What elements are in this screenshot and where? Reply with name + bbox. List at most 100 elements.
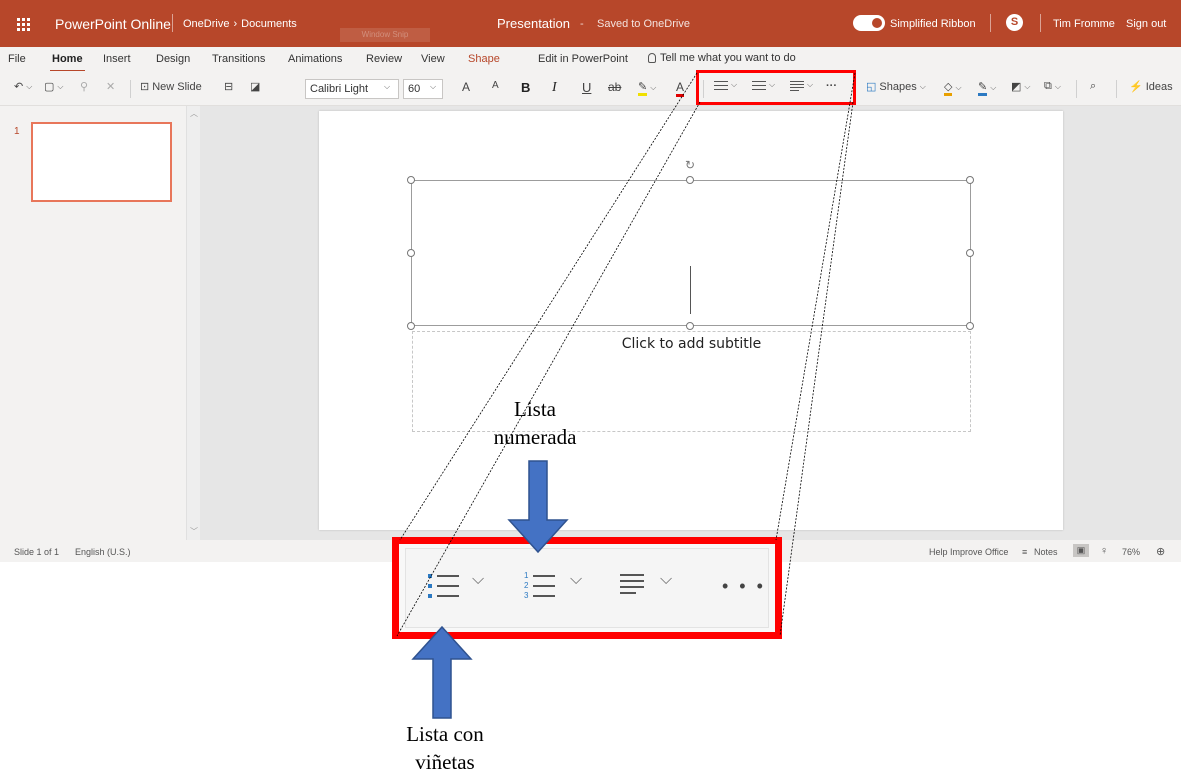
shapes-button[interactable]: ◱ Shapes ⌵ <box>866 80 926 94</box>
title-dash: - <box>580 18 584 30</box>
layout-icon: ⊟ <box>224 81 234 93</box>
search-button[interactable]: ⌕ <box>1090 80 1096 93</box>
tab-insert[interactable]: Insert <box>103 53 131 65</box>
fit-slide-icon[interactable]: ⊕ <box>1156 545 1165 558</box>
shape-effects-button[interactable]: ◩ ⌵ <box>1011 80 1030 93</box>
italic-button[interactable]: I <box>552 80 557 96</box>
rotate-handle-icon[interactable]: ↻ <box>685 158 695 172</box>
title-divider <box>1040 14 1041 32</box>
zoom-callout: ⌵ 1 2 3 ⌵ ⌵ • • • <box>392 537 782 639</box>
format-painter-button[interactable]: ⚲ <box>80 80 88 93</box>
new-slide-button[interactable]: ⊡ New Slide <box>140 80 202 94</box>
tell-me-search[interactable]: Tell me what you want to do <box>648 52 796 64</box>
tab-view[interactable]: View <box>421 53 445 65</box>
layout-button[interactable]: ⊟ <box>224 80 233 93</box>
slide-number: 1 <box>14 126 20 137</box>
sign-out-link[interactable]: Sign out <box>1126 18 1166 30</box>
window-snip-overlay: Window Snip <box>340 28 430 42</box>
tab-review[interactable]: Review <box>366 53 402 65</box>
shape-outline-button[interactable]: ✎ ⌵ <box>978 80 996 96</box>
more-options-large-icon: • • • <box>722 576 766 596</box>
resize-handle[interactable] <box>407 176 415 184</box>
title-bar: PowerPoint Online OneDrive › Documents W… <box>0 0 1181 47</box>
chevron-down-icon: ⌵ <box>660 571 673 588</box>
tab-transitions[interactable]: Transitions <box>212 53 265 65</box>
slide-count: Slide 1 of 1 <box>14 547 60 557</box>
numbered-list-label-line2: numerada <box>493 425 577 449</box>
arrow-up-icon <box>411 625 473 719</box>
title-divider <box>990 14 991 32</box>
new-slide-icon: ⊡ <box>140 81 150 93</box>
resize-handle[interactable] <box>966 176 974 184</box>
font-color-button[interactable]: A <box>676 80 685 97</box>
strikethrough-button[interactable]: ab <box>608 80 621 94</box>
resize-handle[interactable] <box>686 176 694 184</box>
notes-button[interactable]: Notes <box>1034 547 1058 557</box>
breadcrumb-documents[interactable]: Documents <box>241 18 297 30</box>
tell-me-text: Tell me what you want to do <box>660 52 796 64</box>
resize-handle[interactable] <box>966 322 974 330</box>
help-improve-link[interactable]: Help Improve Office <box>929 547 1008 557</box>
tab-design[interactable]: Design <box>156 53 190 65</box>
presenter-view-icon[interactable]: ♀ <box>1100 545 1108 557</box>
grow-font-button[interactable]: A <box>462 80 470 94</box>
font-name-chevron-icon[interactable]: ⌵ <box>384 82 390 92</box>
ideas-button[interactable]: ⚡ Ideas <box>1129 80 1173 94</box>
undo-button[interactable]: ↶ ⌵ <box>14 80 32 93</box>
resize-handle[interactable] <box>966 249 974 257</box>
app-launcher-icon[interactable] <box>8 9 38 39</box>
bold-button[interactable]: B <box>521 80 530 95</box>
background-icon: ◪ <box>250 81 261 93</box>
chevron-down-icon: ⌵ <box>472 571 485 588</box>
breadcrumb-onedrive[interactable]: OneDrive <box>183 18 229 30</box>
search-icon: ⌕ <box>1090 80 1097 92</box>
resize-handle[interactable] <box>407 249 415 257</box>
shape-effects-icon: ◩ <box>1011 81 1022 93</box>
lightbulb-icon <box>648 53 656 63</box>
simplified-ribbon-toggle[interactable] <box>853 15 885 31</box>
slide-background-button[interactable]: ◪ <box>250 80 260 93</box>
tab-shape[interactable]: Shape <box>468 53 500 65</box>
resize-handle[interactable] <box>686 322 694 330</box>
tab-home[interactable]: Home <box>50 53 85 72</box>
thumbnail-scrollbar[interactable]: ︿ ﹀ <box>186 106 200 540</box>
skype-icon[interactable]: S <box>1006 14 1023 31</box>
tab-edit-in-powerpoint[interactable]: Edit in PowerPoint <box>538 53 628 65</box>
breadcrumb-separator: › <box>233 18 238 30</box>
pen-outline-icon: ✎ <box>978 80 988 96</box>
shape-fill-button[interactable]: ◇ ⌵ <box>944 80 962 96</box>
document-title[interactable]: Presentation <box>497 16 570 31</box>
slide-thumbnail[interactable] <box>31 122 172 202</box>
font-size-chevron-icon[interactable]: ⌵ <box>430 82 436 92</box>
font-color-icon: A <box>676 80 685 97</box>
user-name[interactable]: Tim Fromme <box>1053 18 1115 30</box>
save-status: Saved to OneDrive <box>597 18 690 30</box>
scroll-up-icon[interactable]: ︿ <box>190 108 198 119</box>
scroll-down-icon[interactable]: ﹀ <box>190 526 198 537</box>
menu-tabs: File Home Insert Design Transitions Anim… <box>0 47 1181 72</box>
zoom-level[interactable]: 76% <box>1122 547 1140 557</box>
tab-file[interactable]: File <box>8 53 26 65</box>
normal-view-icon[interactable]: ▣ <box>1073 544 1089 557</box>
notes-icon[interactable]: ≡ <box>1022 547 1027 557</box>
numbered-list-label: Lista numerada <box>470 395 600 451</box>
tab-animations[interactable]: Animations <box>288 53 342 65</box>
text-cursor <box>690 266 691 314</box>
paste-button[interactable]: ▢ ⌵ <box>44 80 63 93</box>
breadcrumb: OneDrive › Documents <box>183 18 297 30</box>
delete-button[interactable]: ✕ <box>106 80 115 93</box>
highlighter-icon: ✎ <box>638 80 648 96</box>
undo-icon: ↶ <box>14 81 24 93</box>
underline-button[interactable]: U <box>582 80 591 95</box>
language-status[interactable]: English (U.S.) <box>75 547 131 557</box>
ribbon-toolbar: ↶ ⌵ ▢ ⌵ ⚲ ✕ ⊡ New Slide ⊟ ◪ Calibri Light ⌵… <box>0 71 1181 106</box>
app-name[interactable]: PowerPoint Online <box>55 16 171 32</box>
highlight-button[interactable]: ✎ ⌵ <box>638 80 656 96</box>
brush-icon: ⚲ <box>80 81 89 93</box>
resize-handle[interactable] <box>407 322 415 330</box>
title-placeholder[interactable] <box>411 180 971 326</box>
font-size-select[interactable]: 60 <box>403 79 443 99</box>
zoom-callout-inner: ⌵ 1 2 3 ⌵ ⌵ • • • <box>405 548 769 628</box>
arrange-button[interactable]: ⧉ ⌵ <box>1044 80 1061 93</box>
shrink-font-button[interactable]: A <box>492 80 499 91</box>
